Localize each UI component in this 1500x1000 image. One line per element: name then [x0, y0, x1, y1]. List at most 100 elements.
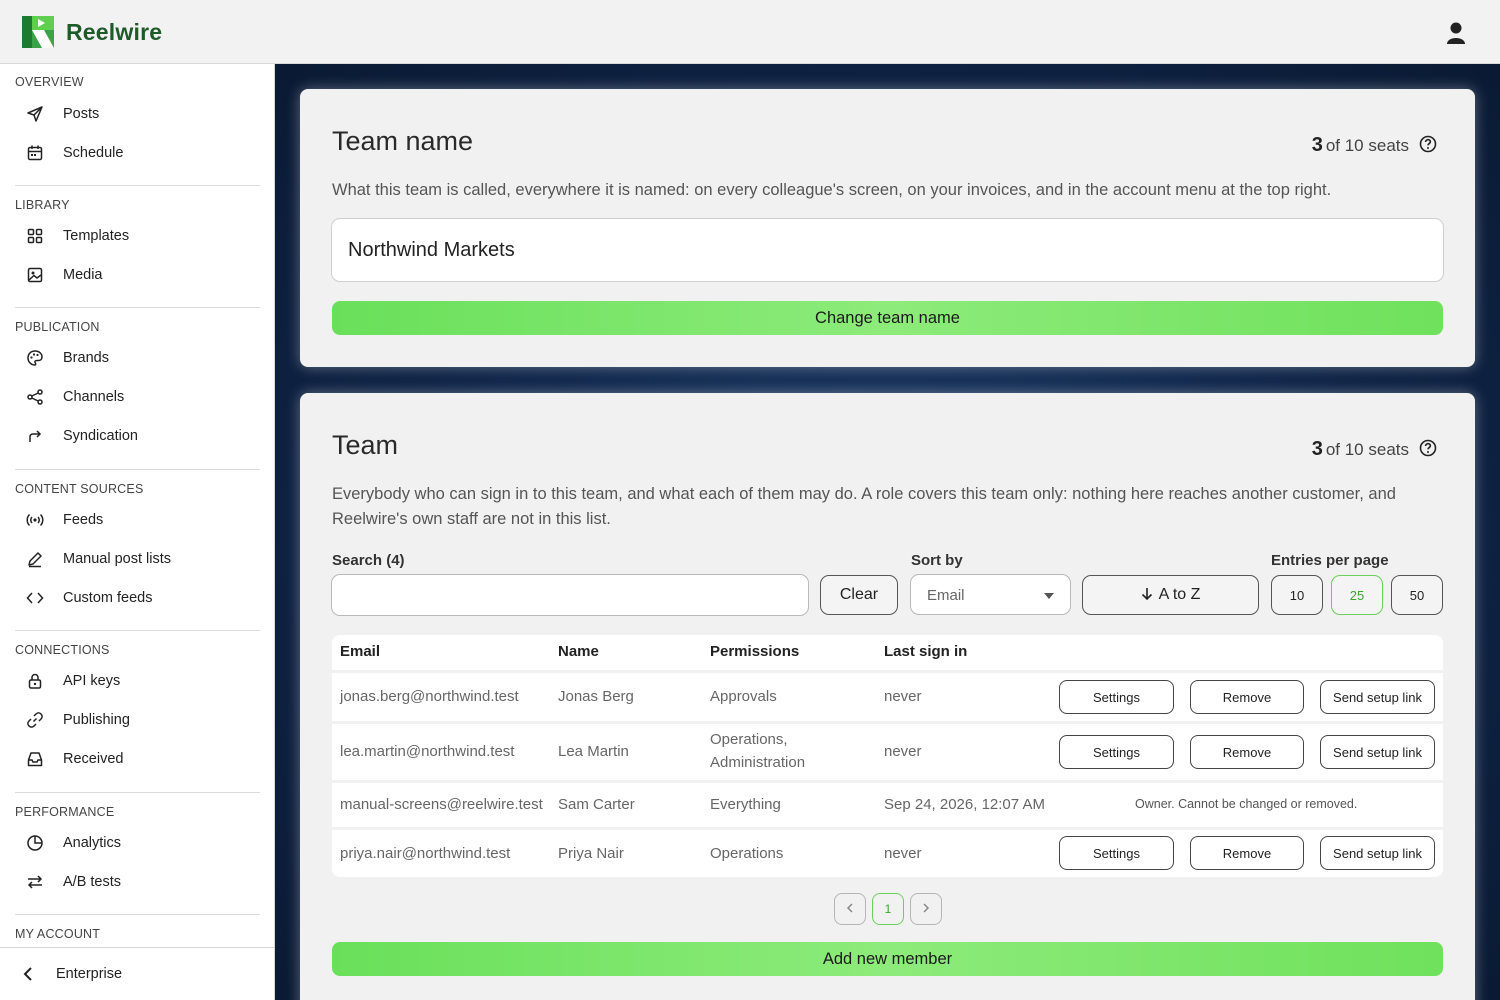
member-send-setup-link-button[interactable]: Send setup link — [1320, 680, 1435, 714]
image-icon — [27, 267, 43, 283]
table-row: jonas.berg@northwind.test Jonas Berg App… — [332, 673, 1443, 721]
search-input[interactable] — [331, 574, 809, 616]
sidebar-item-syndication[interactable]: Syndication — [15, 419, 260, 453]
member-remove-button[interactable]: Remove — [1190, 680, 1304, 714]
member-settings-button[interactable]: Settings — [1059, 680, 1174, 714]
member-last-sign-in: never — [884, 845, 922, 862]
clear-search-button[interactable]: Clear — [820, 575, 898, 615]
nav-heading: LIBRARY — [15, 198, 70, 212]
swap-icon — [27, 875, 43, 889]
sidebar-item-label: Brands — [63, 350, 109, 366]
card-description: Everybody who can sign in to this team, … — [332, 485, 1396, 528]
sidebar-item-templates[interactable]: Templates — [15, 219, 260, 253]
entries-per-page-label: Entries per page — [1271, 552, 1389, 569]
sidebar-item-media[interactable]: Media — [15, 258, 260, 292]
sidebar-item-ab-tests[interactable]: A/B tests — [15, 865, 260, 899]
column-header-email: Email — [340, 643, 381, 660]
entries-50-button[interactable]: 50 — [1391, 575, 1443, 615]
sidebar-item-label: Custom feeds — [63, 590, 153, 606]
member-send-setup-link-button[interactable]: Send setup link — [1320, 836, 1435, 870]
chevron-left-icon — [846, 902, 853, 913]
member-permissions: Operations, Administration — [710, 731, 806, 771]
sidebar-item-posts[interactable]: Posts — [15, 97, 260, 131]
seats-used: 3 — [1311, 438, 1323, 460]
user-account-icon[interactable] — [1442, 20, 1470, 46]
pie-chart-icon — [27, 835, 43, 851]
sort-order-label: A to Z — [1158, 586, 1201, 603]
nav-heading: PERFORMANCE — [15, 805, 115, 819]
sidebar-footer-label: Enterprise — [56, 966, 123, 982]
sidebar-item-label: Syndication — [63, 428, 138, 444]
help-icon[interactable] — [1419, 439, 1437, 457]
column-header-last-sign-in: Last sign in — [884, 643, 968, 660]
forward-arrow-icon — [29, 430, 42, 442]
seats-used: 3 — [1311, 134, 1323, 156]
member-send-setup-link-button[interactable]: Send setup link — [1320, 735, 1435, 769]
member-settings-button[interactable]: Settings — [1059, 735, 1174, 769]
sort-by-label: Sort by — [911, 552, 963, 569]
sidebar-divider — [15, 307, 260, 308]
member-settings-button[interactable]: Settings — [1059, 836, 1174, 870]
chevron-right-icon — [923, 902, 930, 913]
pencil-icon — [28, 552, 42, 568]
member-remove-button[interactable]: Remove — [1190, 735, 1304, 769]
share-icon — [27, 389, 43, 405]
sidebar-item-publishing[interactable]: Publishing — [15, 703, 260, 737]
card-description: What this team is called, everywhere it … — [332, 181, 1332, 199]
code-icon — [26, 592, 44, 604]
column-header-permissions: Permissions — [710, 643, 800, 660]
nav-heading: CONNECTIONS — [15, 643, 110, 657]
inbox-icon — [27, 752, 43, 767]
sidebar-item-label: API keys — [63, 673, 121, 689]
sidebar-item-label: Feeds — [63, 512, 104, 528]
link-icon — [27, 712, 43, 728]
page-1-button[interactable]: 1 — [872, 893, 904, 925]
sort-by-select[interactable]: Email — [910, 574, 1071, 615]
team-card: Team 3 of 10 seats Everybody who can sign… — [300, 393, 1475, 1000]
sidebar-collapse-enterprise[interactable]: Enterprise — [0, 947, 274, 1000]
entries-10-button[interactable]: 10 — [1271, 575, 1323, 615]
entries-25-button[interactable]: 25 — [1331, 575, 1383, 615]
sidebar-item-label: Analytics — [63, 835, 122, 851]
arrow-down-icon — [1141, 588, 1152, 601]
sidebar-item-label: Templates — [63, 228, 130, 244]
sidebar-item-custom-feeds[interactable]: Custom feeds — [15, 581, 260, 615]
next-page-button[interactable] — [910, 893, 942, 925]
grid-icon — [27, 228, 43, 244]
owner-note: Owner. Cannot be changed or removed. — [1135, 797, 1358, 811]
seats-text: of 10 seats — [1325, 136, 1409, 155]
search-label: Search (4) — [332, 552, 405, 569]
seats-text: of 10 seats — [1325, 440, 1409, 459]
table-row: priya.nair@northwind.test Priya Nair Ope… — [332, 830, 1443, 877]
sidebar-item-brands[interactable]: Brands — [15, 341, 260, 375]
top-bar: Reelwire — [0, 0, 1500, 64]
change-team-name-button[interactable]: Change team name — [332, 301, 1443, 335]
member-remove-button[interactable]: Remove — [1190, 836, 1304, 870]
sidebar-item-channels[interactable]: Channels — [15, 380, 260, 414]
caret-down-icon — [1044, 593, 1054, 599]
member-name: Jonas Berg — [558, 688, 634, 705]
add-new-member-button[interactable]: Add new member — [332, 942, 1443, 976]
seat-count: 3 of 10 seats — [1312, 134, 1409, 157]
sidebar-item-feeds[interactable]: Feeds — [15, 503, 260, 537]
nav-heading: OVERVIEW — [15, 75, 84, 89]
chevron-left-icon — [23, 967, 32, 981]
sort-order-button[interactable]: A to Z — [1082, 575, 1259, 615]
sidebar-item-received[interactable]: Received — [15, 742, 260, 776]
table-header-row: Email Name Permissions Last sign in — [332, 635, 1443, 670]
card-title: Team — [332, 430, 399, 460]
sidebar-item-manual-post-lists[interactable]: Manual post lists — [15, 542, 260, 576]
sidebar-divider — [15, 630, 260, 631]
sidebar-item-api-keys[interactable]: API keys — [15, 664, 260, 698]
sidebar-item-analytics[interactable]: Analytics — [15, 826, 260, 860]
help-icon[interactable] — [1419, 135, 1437, 153]
broadcast-icon — [26, 513, 44, 527]
previous-page-button[interactable] — [834, 893, 866, 925]
sidebar-item-label: Channels — [63, 389, 125, 405]
team-name-input[interactable] — [331, 218, 1444, 282]
sidebar-item-schedule[interactable]: Schedule — [15, 136, 260, 170]
card-title: Team name — [332, 126, 474, 156]
nav-heading: CONTENT SOURCES — [15, 482, 144, 496]
member-email: lea.martin@northwind.test — [340, 743, 515, 760]
sort-by-value: Email — [927, 587, 965, 604]
